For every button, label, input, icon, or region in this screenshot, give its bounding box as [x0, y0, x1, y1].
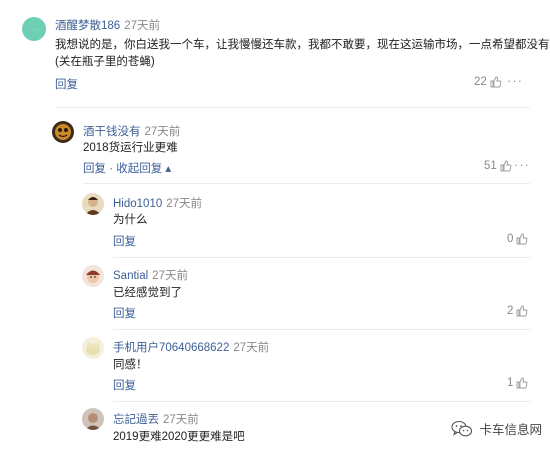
comment-text: 我想说的是，你白送我一个车，让我慢慢还车款，我都不敢要，现在这运输市场，一点希望…: [55, 39, 550, 51]
wechat-icon: [451, 420, 473, 436]
comment-text: 2019更难2020更更难是吧: [113, 431, 245, 443]
divider: [83, 183, 530, 184]
comment-username[interactable]: 酒醒梦散186 27天前: [55, 17, 160, 33]
like-button[interactable]: 1: [507, 377, 528, 389]
comment-text: 同感！: [113, 359, 148, 371]
watermark: 卡车信息网: [451, 419, 542, 438]
avatar[interactable]: [82, 265, 104, 287]
username-text[interactable]: Hido1010: [113, 198, 162, 210]
comment-text: (关在瓶子里的苍蝇): [55, 56, 155, 68]
like-button[interactable]: 2: [507, 305, 528, 317]
more-options-icon[interactable]: ···: [507, 73, 523, 88]
like-button[interactable]: 0: [507, 233, 528, 245]
avatar[interactable]: [82, 408, 104, 430]
comment-username[interactable]: Santial 27天前: [113, 267, 188, 283]
avatar[interactable]: [82, 337, 104, 359]
like-count: 51: [484, 160, 497, 172]
like-count: 0: [507, 233, 514, 245]
reply-button[interactable]: 回复: [113, 233, 136, 249]
username-text[interactable]: 忘記過丟: [113, 414, 159, 426]
comment-time: 27天前: [152, 270, 188, 282]
thumbs-up-icon: [516, 305, 528, 317]
like-count: 2: [507, 305, 514, 317]
svg-text:· · ·: · · ·: [30, 27, 38, 33]
comment-time: 27天前: [163, 414, 199, 426]
divider: [55, 107, 530, 108]
reply-button[interactable]: 回复: [55, 76, 78, 92]
username-text[interactable]: 手机用户70640668622: [113, 342, 229, 354]
username-text[interactable]: 酒醒梦散186: [55, 20, 120, 32]
more-options-icon[interactable]: ···: [514, 157, 530, 172]
watermark-text: 卡车信息网: [479, 423, 542, 437]
reply-collapse-actions[interactable]: 回复 · 收起回复 ▴: [83, 160, 171, 176]
reply-button[interactable]: 回复: [113, 377, 136, 393]
username-text[interactable]: 酒干钱没有: [83, 126, 141, 138]
comment-time: 27天前: [233, 342, 270, 354]
thumbs-up-icon: [516, 233, 528, 245]
comment-username[interactable]: Hido1010 27天前: [113, 195, 202, 211]
like-count: 22: [474, 76, 487, 88]
divider: [113, 401, 530, 402]
comment-username[interactable]: 忘記過丟 27天前: [113, 411, 199, 427]
divider: [113, 329, 530, 330]
like-button[interactable]: 51: [484, 160, 512, 172]
like-button[interactable]: 22: [474, 76, 502, 88]
thumbs-up-icon: [516, 377, 528, 389]
comment-time: 27天前: [144, 126, 181, 138]
comment-username[interactable]: 酒干钱没有 27天前: [83, 123, 180, 139]
comment-text: 2018货运行业更难: [83, 142, 178, 154]
avatar[interactable]: · · ·: [22, 17, 46, 41]
comment-text: 已经感觉到了: [113, 287, 182, 299]
comment-text: 为什么: [113, 214, 148, 226]
comment-time: 27天前: [124, 20, 160, 32]
thumbs-up-icon: [500, 160, 512, 172]
thumbs-up-icon: [490, 76, 502, 88]
avatar[interactable]: [52, 121, 74, 143]
divider: [113, 257, 530, 258]
username-text[interactable]: Santial: [113, 270, 148, 282]
comment-username[interactable]: 手机用户70640668622 27天前: [113, 339, 269, 355]
comment-time: 27天前: [166, 198, 203, 210]
like-count: 1: [507, 377, 514, 389]
reply-button[interactable]: 回复: [113, 305, 136, 321]
avatar[interactable]: [82, 193, 104, 215]
